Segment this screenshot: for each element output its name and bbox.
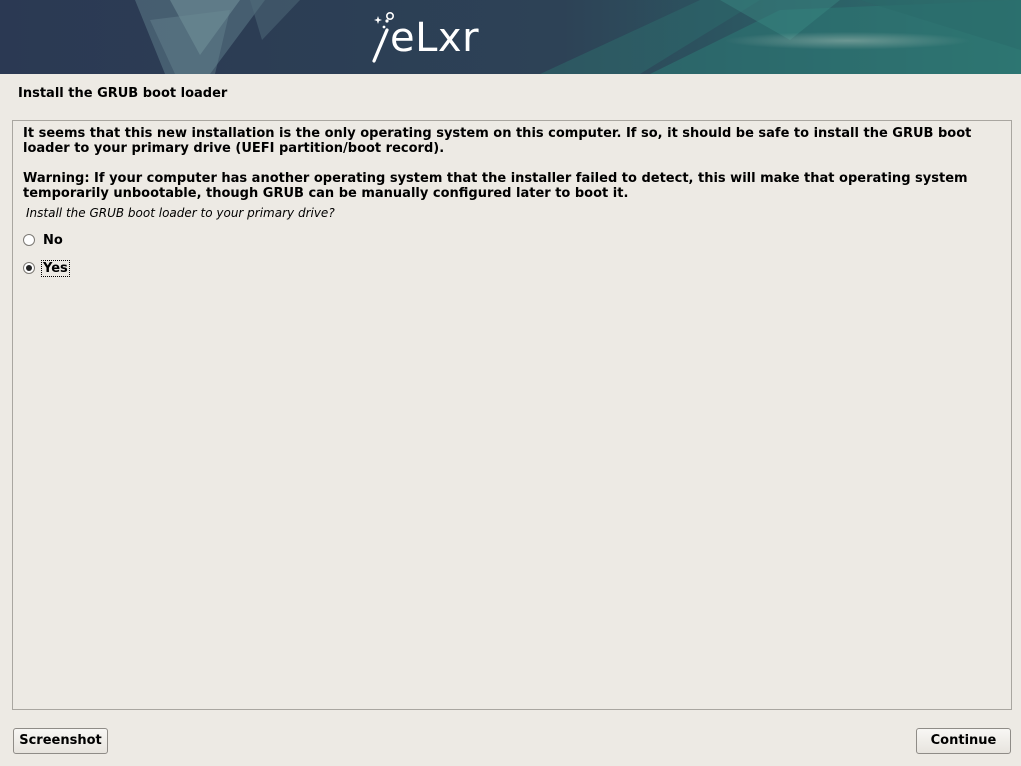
logo-text: eLxr xyxy=(390,15,480,61)
content-frame: It seems that this new installation is t… xyxy=(12,120,1012,710)
warning-text: Warning: If your computer has another op… xyxy=(23,171,968,201)
description-text: It seems that this new installation is t… xyxy=(23,126,972,156)
continue-button[interactable]: Continue xyxy=(916,728,1011,754)
radio-label-yes[interactable]: Yes xyxy=(41,259,70,277)
radio-label-no[interactable]: No xyxy=(42,233,64,248)
page-title: Install the GRUB boot loader xyxy=(18,86,228,101)
banner-background xyxy=(0,0,1021,74)
radio-button-no[interactable] xyxy=(23,234,35,246)
header-banner: eLxr xyxy=(0,0,1021,74)
radio-button-yes[interactable] xyxy=(23,262,35,274)
screenshot-button[interactable]: Screenshot xyxy=(13,728,108,754)
radio-option-yes[interactable]: Yes xyxy=(23,259,70,277)
radio-option-no[interactable]: No xyxy=(23,231,64,249)
elxr-logo: eLxr xyxy=(366,8,479,64)
description: It seems that this new installation is t… xyxy=(23,126,1003,201)
question-text: Install the GRUB boot loader to your pri… xyxy=(26,206,335,220)
